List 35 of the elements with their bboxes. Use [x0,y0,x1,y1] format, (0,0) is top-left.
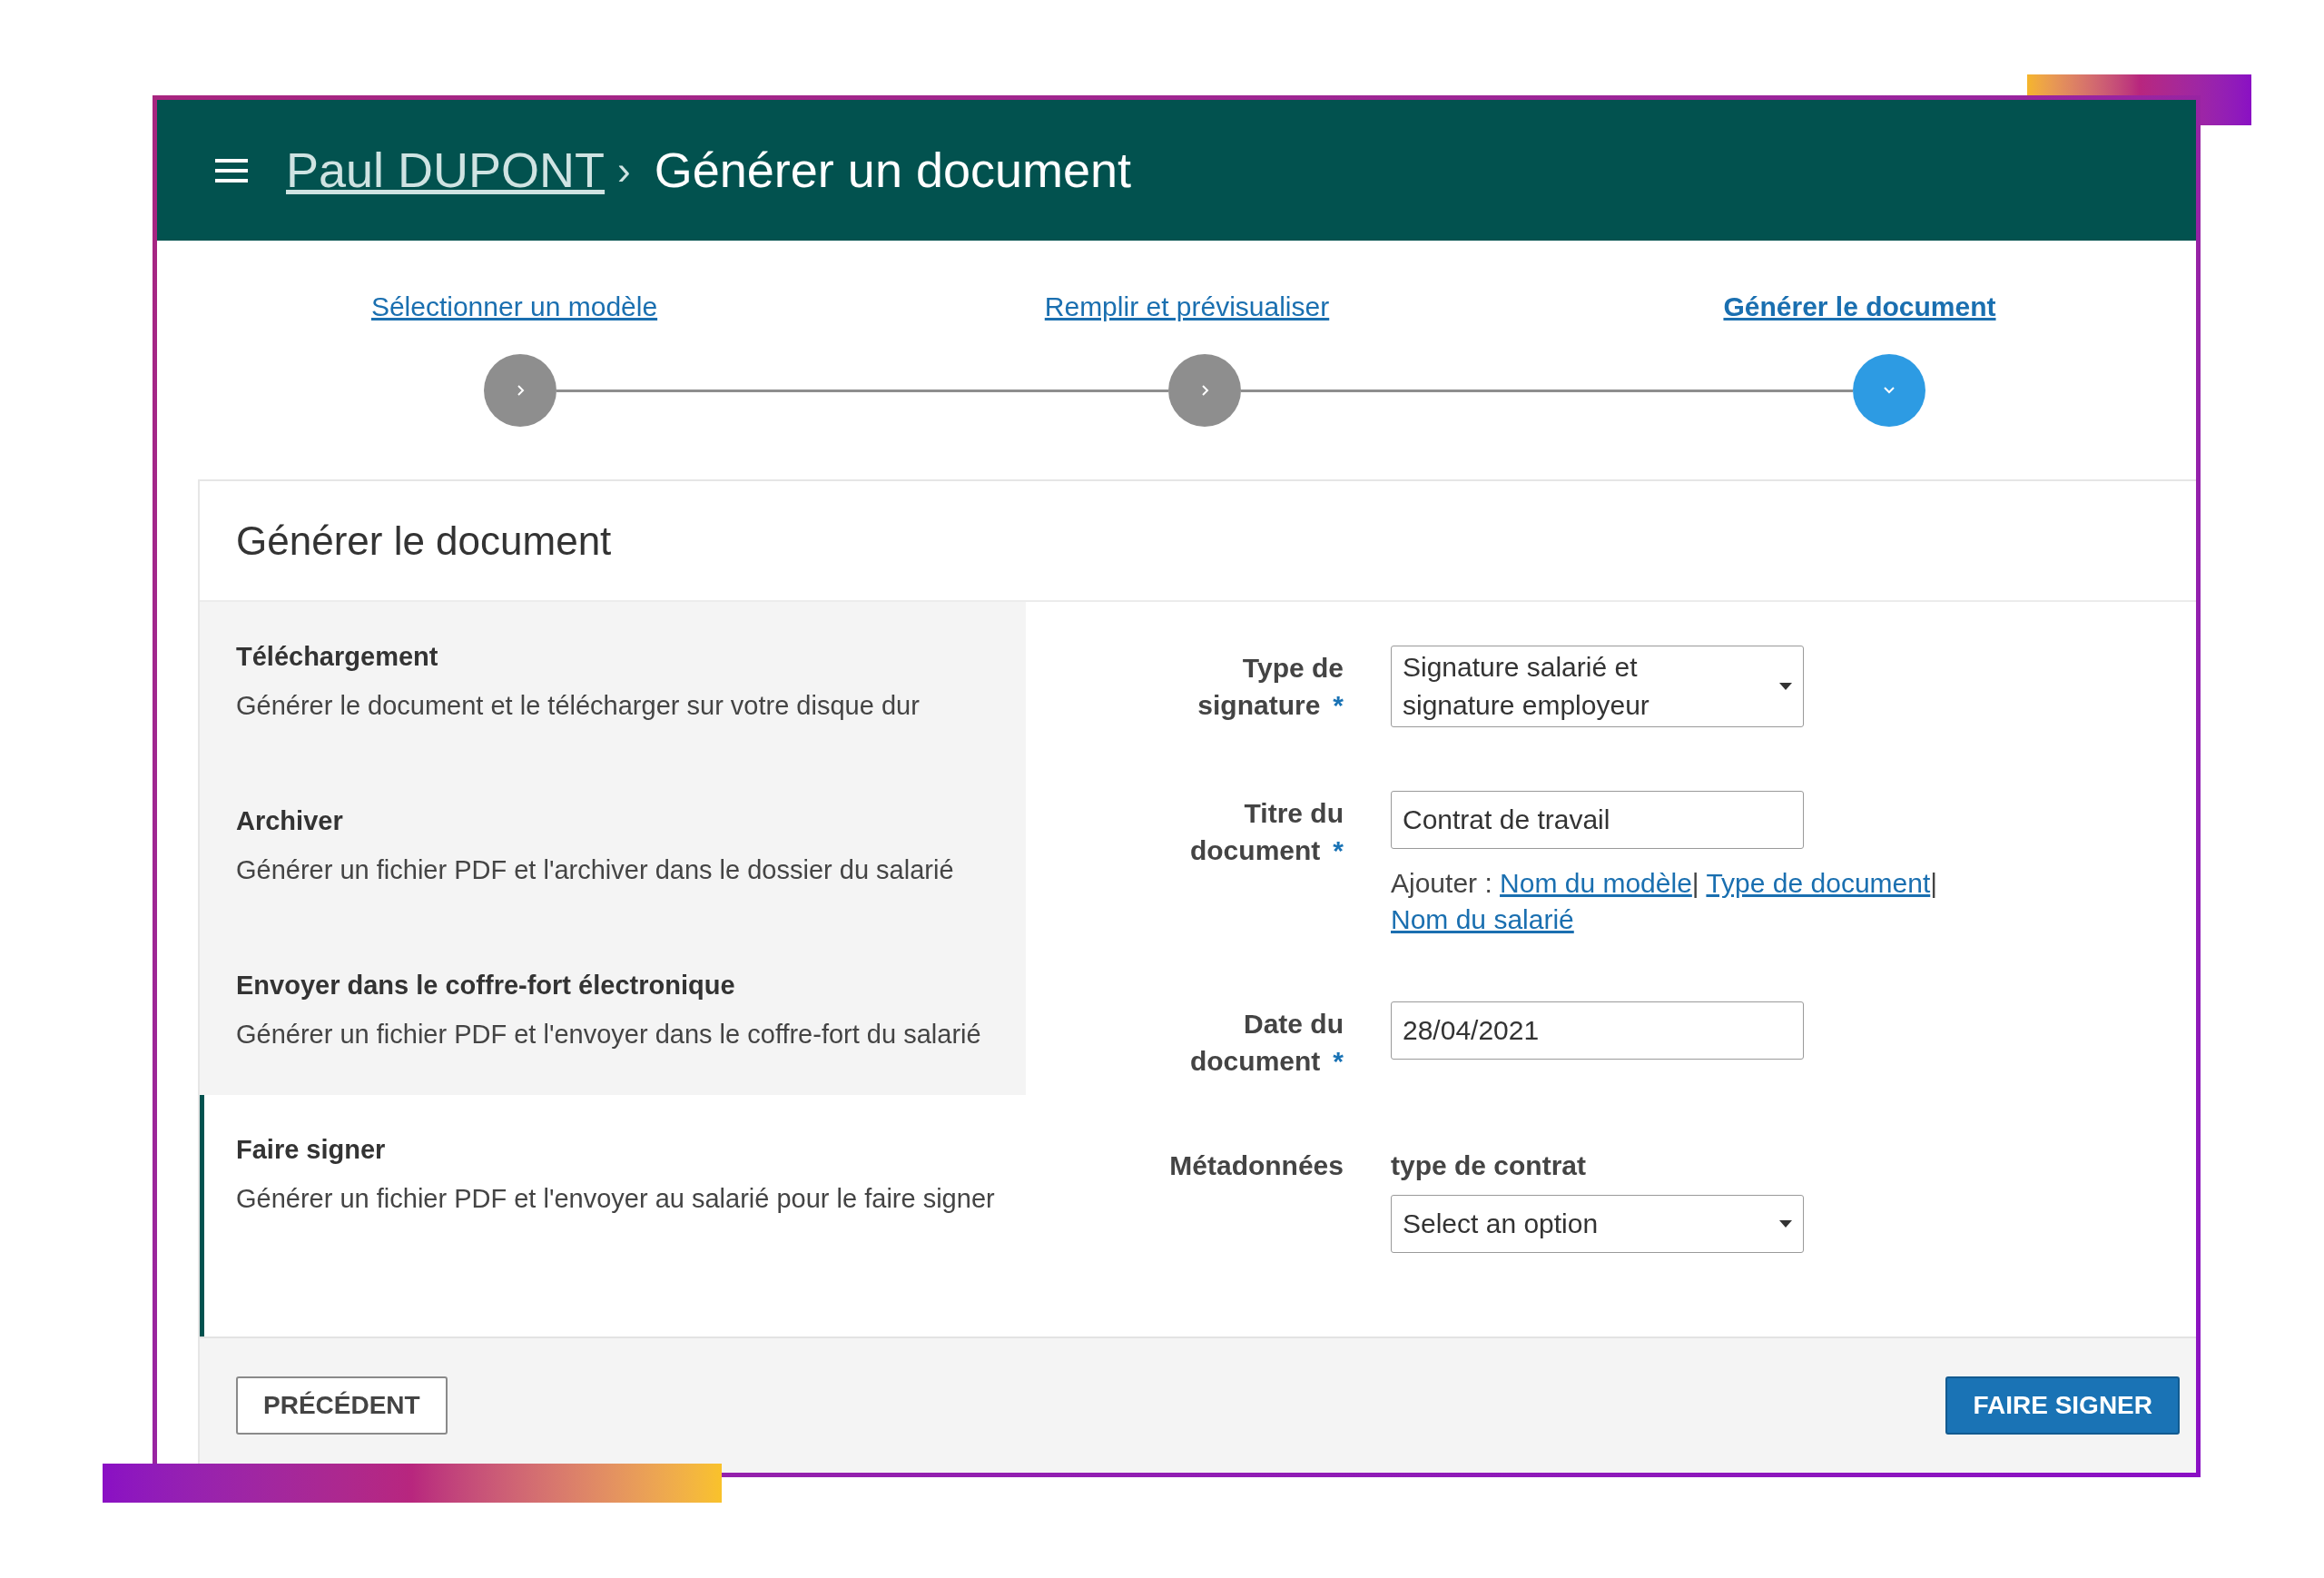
input-field[interactable]: Contrat de travail [1391,791,1804,849]
option-description: Générer un fichier PDF et l'archiver dans le dossier du salarié [236,854,955,886]
breadcrumb-link[interactable]: Paul DUPONT [286,133,606,207]
menu-icon[interactable] [215,157,248,183]
insert-link[interactable]: Nom du salarié [1391,904,1574,934]
page-title: Générer un document [654,142,1132,199]
field-label: Titre du document * [1188,797,1344,867]
step-link[interactable]: Remplir et prévisualiser [1044,286,1330,327]
signature-type-select[interactable]: Signature salarié et signature employeur [1391,646,1804,727]
contract-type-select[interactable]: Select an option [1391,1195,1804,1253]
insert-links-text: Ajouter : Nom du modèle| Type de document| Nom du salarié [1391,867,1939,936]
option-description: Générer le document et le télécharger sur votre disque dur [236,690,921,722]
option-title: Faire signer [236,1134,387,1166]
previous-button[interactable]: PRÉCÉDENT [236,1376,448,1435]
input-field[interactable]: 28/04/2021 [1391,1001,1804,1060]
option-item[interactable]: Archiver Générer un fichier PDF et l'archiver dans le dossier du salarié [200,766,1026,931]
field-label: Type de signature * [1196,652,1344,722]
insert-link[interactable]: Type de document [1706,868,1931,898]
option-item[interactable]: Envoyer dans le coffre-fort électronique Générer un fichier PDF et l'envoyer dans le coffre-fort du salarié [200,931,1026,1095]
breadcrumb-separator: › [617,146,631,194]
option-description: Générer un fichier PDF et l'envoyer dans le coffre-fort du salarié [236,1019,982,1050]
option-title: Envoyer dans le coffre-fort électronique [236,970,736,1001]
step-link[interactable]: Générer le document [1723,286,1996,327]
dropdown-caret-icon [1779,683,1792,690]
field-sublabel: type de contrat [1391,1149,1588,1182]
option-item[interactable]: Téléchargement Générer le document et le télécharger sur votre disque dur [200,602,1026,766]
dropdown-caret-icon [1779,1220,1792,1228]
field-label: Métadonnées [1168,1149,1344,1182]
option-description: Générer un fichier PDF et l'envoyer au salarié pour le faire signer [236,1183,996,1215]
option-title: Téléchargement [236,641,439,673]
option-title: Archiver [236,805,344,837]
step-link[interactable]: Sélectionner un modèle [370,286,658,327]
insert-link[interactable]: Nom du modèle [1500,868,1692,898]
sign-button[interactable]: FAIRE SIGNER [1945,1376,2180,1435]
field-label: Date du document * [1188,1008,1344,1078]
